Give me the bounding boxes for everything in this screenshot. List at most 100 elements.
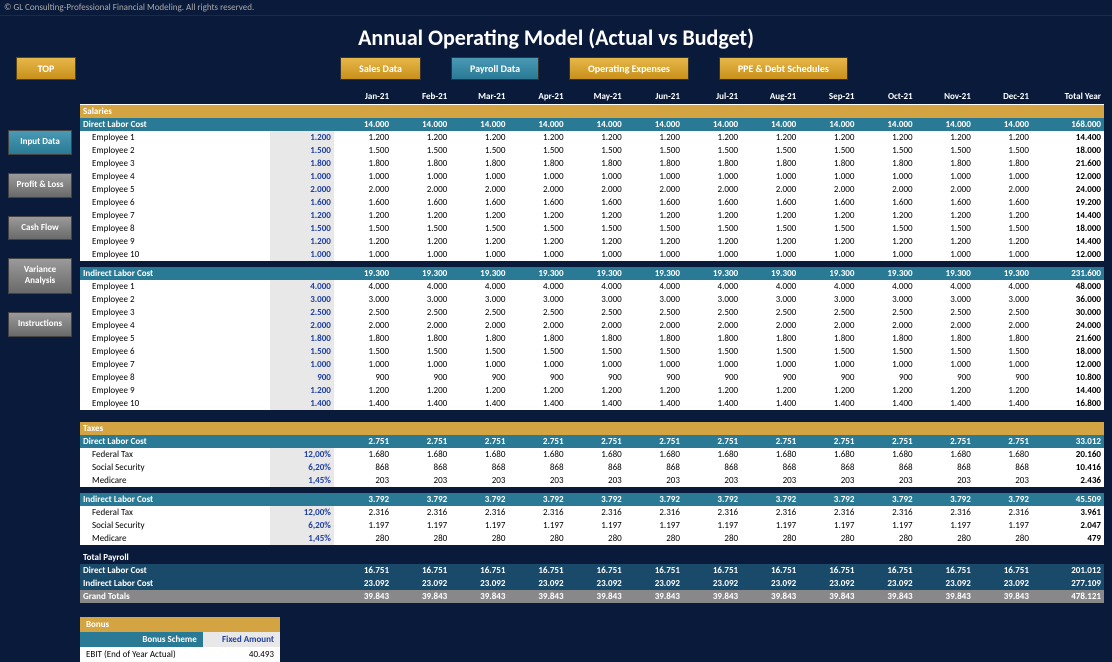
- row-month-val: 1.400: [974, 397, 1032, 410]
- row-month-val: 2.500: [741, 306, 799, 319]
- row-input[interactable]: 1.500: [270, 144, 333, 157]
- row-month-val: 280: [392, 532, 450, 545]
- section-header: Salaries: [80, 105, 1104, 119]
- row-month-val: 1.000: [625, 358, 683, 371]
- tab-operating-expenses[interactable]: Operating Expenses: [569, 57, 689, 80]
- table-row: Employee 21.5001.5001.5001.5001.5001.500…: [80, 144, 1104, 157]
- subsection-month-val: 14.000: [334, 118, 392, 131]
- row-month-val: 1.200: [916, 384, 974, 397]
- subsection-month-val: 19.300: [567, 267, 625, 280]
- row-month-val: 4.000: [741, 280, 799, 293]
- subsection-month-val: 14.000: [916, 118, 974, 131]
- row-input[interactable]: 1.000: [270, 170, 333, 183]
- subsection-label: Direct Labor Cost: [80, 435, 270, 448]
- row-input[interactable]: 1.500: [270, 345, 333, 358]
- row-month-val: 1.500: [508, 222, 566, 235]
- nav-instructions[interactable]: Instructions: [8, 312, 72, 337]
- row-month-val: 1.200: [799, 384, 857, 397]
- row-total: 14.400: [1032, 235, 1104, 248]
- row-month-val: 2.000: [508, 183, 566, 196]
- row-input[interactable]: 1.000: [270, 358, 333, 371]
- row-month-val: 1.400: [450, 397, 508, 410]
- row-month-val: 868: [625, 461, 683, 474]
- section-header: Taxes: [80, 422, 1104, 435]
- table-row: Employee 61.5001.5001.5001.5001.5001.500…: [80, 345, 1104, 358]
- row-input[interactable]: 1.200: [270, 384, 333, 397]
- row-month-val: 1.680: [974, 448, 1032, 461]
- row-month-val: 1.400: [857, 397, 915, 410]
- total-line-val: 39.843: [974, 590, 1032, 603]
- row-input[interactable]: 12,00%: [270, 506, 333, 519]
- row-month-val: 280: [857, 532, 915, 545]
- row-month-val: 1.197: [334, 519, 392, 532]
- row-month-val: 4.000: [974, 280, 1032, 293]
- row-month-val: 1.200: [392, 209, 450, 222]
- total-line-val: 16.751: [334, 564, 392, 577]
- table-row: Social Security6,20%86886886886886886886…: [80, 461, 1104, 474]
- subsection-month-val: 14.000: [625, 118, 683, 131]
- nav-profit-loss[interactable]: Profit & Loss: [8, 173, 72, 198]
- tab-sales-data[interactable]: Sales Data: [340, 57, 421, 80]
- row-month-val: 900: [916, 371, 974, 384]
- row-month-val: 1.000: [799, 358, 857, 371]
- row-input[interactable]: 6,20%: [270, 519, 333, 532]
- nav-cash-flow[interactable]: Cash Flow: [8, 216, 72, 241]
- row-month-val: 900: [392, 371, 450, 384]
- row-month-val: 4.000: [567, 280, 625, 293]
- row-month-val: 1.800: [508, 332, 566, 345]
- row-input[interactable]: 4.000: [270, 280, 333, 293]
- row-input[interactable]: 1.000: [270, 248, 333, 261]
- row-month-val: 2.000: [741, 319, 799, 332]
- bonus-scheme-value[interactable]: Fixed Amount: [203, 632, 280, 647]
- row-input[interactable]: 1.200: [270, 235, 333, 248]
- nav-input-data[interactable]: Input Data: [8, 130, 72, 155]
- row-month-val: 3.000: [334, 293, 392, 306]
- row-month-val: 1.800: [741, 157, 799, 170]
- row-month-val: 203: [799, 474, 857, 487]
- row-input[interactable]: 1.400: [270, 397, 333, 410]
- table-row: Federal Tax12,00%2.3162.3162.3162.3162.3…: [80, 506, 1104, 519]
- row-month-val: 1.000: [567, 358, 625, 371]
- row-input[interactable]: 900: [270, 371, 333, 384]
- row-month-val: 3.000: [508, 293, 566, 306]
- top-button[interactable]: TOP: [16, 57, 76, 80]
- row-month-val: 2.500: [974, 306, 1032, 319]
- row-month-val: 203: [567, 474, 625, 487]
- row-label: Employee 6: [80, 196, 270, 209]
- row-month-val: 1.200: [392, 131, 450, 144]
- row-input[interactable]: 1.800: [270, 157, 333, 170]
- row-month-val: 1.680: [799, 448, 857, 461]
- row-month-val: 1.000: [741, 170, 799, 183]
- table-row: Employee 101.4001.4001.4001.4001.4001.40…: [80, 397, 1104, 410]
- subsection-month-val: 3.792: [683, 493, 741, 506]
- row-month-val: 3.000: [857, 293, 915, 306]
- row-month-val: 1.600: [741, 196, 799, 209]
- row-month-val: 2.000: [741, 183, 799, 196]
- row-input[interactable]: 1.200: [270, 209, 333, 222]
- row-input[interactable]: 1.800: [270, 332, 333, 345]
- row-input[interactable]: 2.500: [270, 306, 333, 319]
- row-month-val: 868: [857, 461, 915, 474]
- row-month-val: 1.800: [508, 157, 566, 170]
- row-month-val: 4.000: [334, 280, 392, 293]
- tab-payroll-data[interactable]: Payroll Data: [451, 57, 539, 80]
- row-input[interactable]: 1.600: [270, 196, 333, 209]
- row-month-val: 1.680: [450, 448, 508, 461]
- row-input[interactable]: 3.000: [270, 293, 333, 306]
- row-input[interactable]: 12,00%: [270, 448, 333, 461]
- row-input[interactable]: 1,45%: [270, 532, 333, 545]
- row-input[interactable]: 1.500: [270, 222, 333, 235]
- row-month-val: 3.000: [974, 293, 1032, 306]
- row-input[interactable]: 2.000: [270, 319, 333, 332]
- table-row: Employee 41.0001.0001.0001.0001.0001.000…: [80, 170, 1104, 183]
- row-input[interactable]: 6,20%: [270, 461, 333, 474]
- nav-variance-analysis[interactable]: Variance Analysis: [8, 258, 72, 294]
- row-input[interactable]: 1,45%: [270, 474, 333, 487]
- row-input[interactable]: 2.000: [270, 183, 333, 196]
- tab-ppe-debt[interactable]: PPE & Debt Schedules: [719, 57, 848, 80]
- total-line-val: 23.092: [625, 577, 683, 590]
- row-input[interactable]: 1.200: [270, 131, 333, 144]
- row-month-val: 203: [392, 474, 450, 487]
- total-line-val: 16.751: [392, 564, 450, 577]
- row-month-val: 2.000: [334, 319, 392, 332]
